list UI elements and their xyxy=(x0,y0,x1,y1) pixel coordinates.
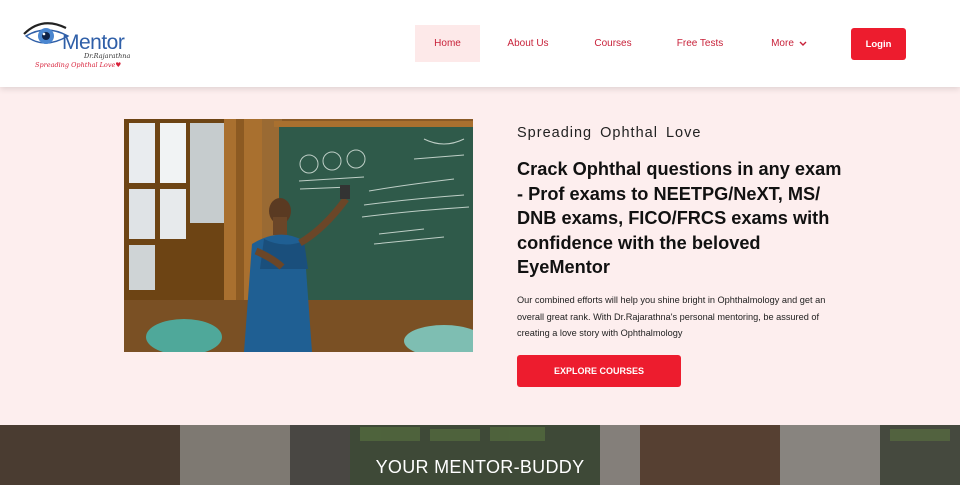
nav-home[interactable]: Home xyxy=(415,25,480,62)
explore-courses-label: EXPLORE COURSES xyxy=(553,366,645,376)
nav-free-tests-label: Free Tests xyxy=(676,38,724,49)
eyementor-logo[interactable]: Mentor Dr.Rajarathna Spreading Ophthal L… xyxy=(22,14,130,74)
hero-section: Spreading Ophthal Love Crack Ophthal que… xyxy=(0,87,960,425)
mentor-buddy-section: YOUR MENTOR-BUDDY xyxy=(0,425,960,485)
nav-about-label: About Us xyxy=(507,38,549,49)
nav-more-label: More xyxy=(771,38,794,49)
hero-headline: Crack Ophthal questions in any exam - Pr… xyxy=(517,159,842,277)
hero-photo-teacher-at-chalkboard xyxy=(124,119,473,352)
login-button[interactable]: Login xyxy=(851,28,906,60)
explore-courses-button[interactable]: EXPLORE COURSES xyxy=(517,355,681,387)
nav-about-us[interactable]: About Us xyxy=(496,25,560,62)
mentor-buddy-heading: YOUR MENTOR-BUDDY xyxy=(375,457,585,477)
nav-free-tests[interactable]: Free Tests xyxy=(668,25,732,62)
nav-more-dropdown[interactable]: More xyxy=(760,25,818,62)
nav-courses[interactable]: Courses xyxy=(583,25,643,62)
nav-home-label: Home xyxy=(434,38,461,49)
nav-courses-label: Courses xyxy=(594,38,632,49)
hero-tagline: Spreading Ophthal Love xyxy=(517,125,702,141)
logo-tagline: Spreading Ophthal Love♥ xyxy=(35,61,122,69)
login-label: Login xyxy=(865,38,892,50)
site-header: Mentor Dr.Rajarathna Spreading Ophthal L… xyxy=(0,0,960,87)
hero-description: Our combined efforts will help you shine… xyxy=(517,295,826,338)
logo-subtext: Dr.Rajarathna xyxy=(84,52,131,60)
chevron-down-icon xyxy=(799,41,807,46)
